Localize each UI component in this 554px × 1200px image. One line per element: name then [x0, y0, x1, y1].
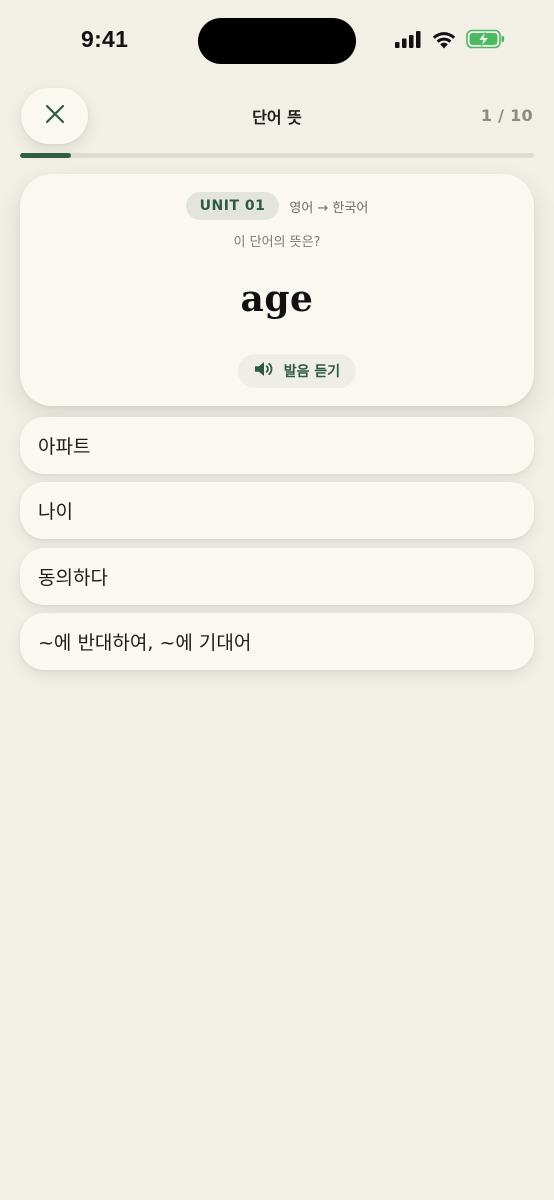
answer-choice[interactable]: 아파트 — [20, 417, 534, 474]
page-title: 단어 뜻 — [252, 108, 302, 127]
status-icons — [395, 29, 506, 49]
word-card: UNIT 01 영어 → 한국어 이 단어의 뜻은? age 발음 듣기 — [20, 174, 534, 406]
pronunciation-button[interactable]: 발음 듣기 — [238, 354, 356, 388]
status-bar: 9:41 — [0, 0, 554, 80]
vocabulary-word: age — [240, 278, 314, 320]
speaker-icon — [254, 361, 274, 381]
answer-choice[interactable]: ~에 반대하여, ~에 기대어 — [20, 613, 534, 670]
wifi-icon — [431, 30, 457, 49]
battery-charging-icon — [466, 29, 506, 49]
answer-choice[interactable]: 동의하다 — [20, 548, 534, 605]
progress-bar — [20, 153, 534, 158]
cellular-signal-icon — [395, 30, 422, 48]
status-time: 9:41 — [81, 26, 129, 52]
question-counter: 1 / 10 — [480, 106, 533, 125]
answer-choice[interactable]: 나이 — [20, 482, 534, 539]
question-prompt: 이 단어의 뜻은? — [233, 235, 321, 250]
card-meta: UNIT 01 영어 → 한국어 — [20, 192, 534, 220]
progress-bar-fill — [20, 153, 72, 158]
direction-label: 영어 → 한국어 — [289, 200, 369, 216]
dynamic-island — [198, 18, 356, 64]
pronunciation-label: 발음 듣기 — [283, 364, 341, 380]
unit-badge: UNIT 01 — [185, 192, 280, 220]
